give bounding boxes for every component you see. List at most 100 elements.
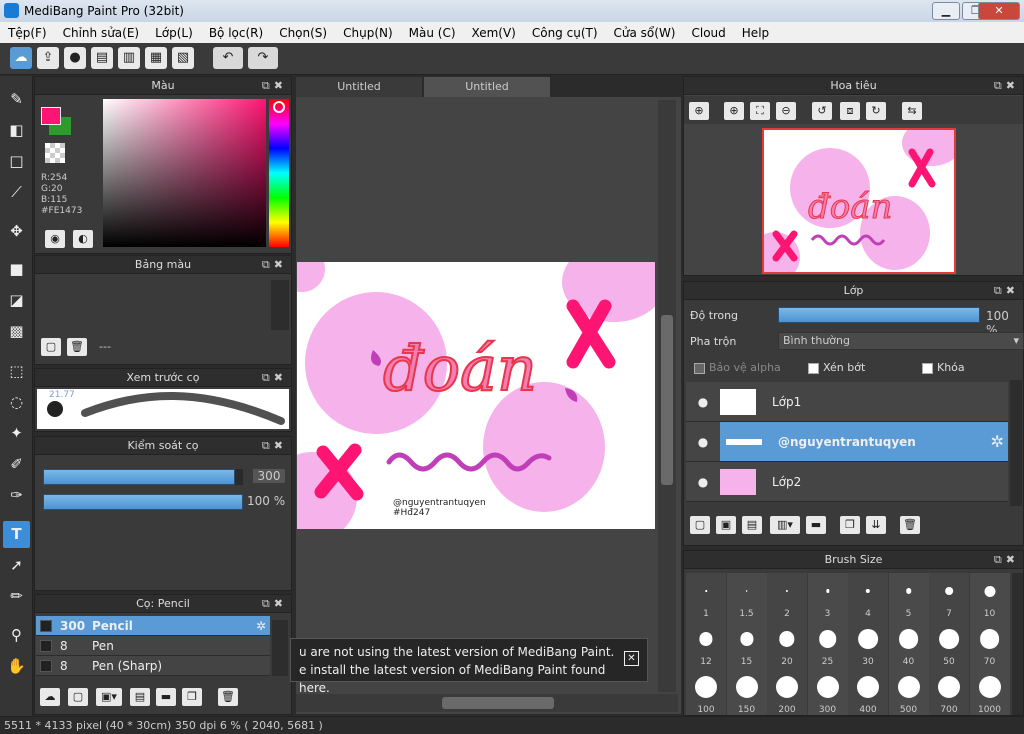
- brush-size-cell[interactable]: 1: [686, 573, 726, 621]
- select-rect-tool-icon[interactable]: ⬚: [3, 358, 30, 385]
- menu-cloud[interactable]: Cloud: [684, 26, 734, 40]
- speech-icon[interactable]: ▤: [91, 47, 113, 69]
- document-icon[interactable]: ▥: [118, 47, 140, 69]
- layer-scrollbar[interactable]: [1010, 380, 1022, 506]
- add-layer-menu-icon[interactable]: ▥▾: [770, 516, 800, 534]
- new-halftone-layer-icon[interactable]: ▣: [716, 516, 736, 534]
- foreground-color-swatch[interactable]: [41, 107, 61, 125]
- add-brush-menu-icon[interactable]: ▣▾: [96, 688, 122, 706]
- brush-list-scrollbar[interactable]: [272, 620, 288, 676]
- fit-screen-icon[interactable]: ⛶: [750, 102, 770, 120]
- undo-icon[interactable]: ↶: [213, 47, 243, 69]
- brush-size-cell[interactable]: 3: [807, 573, 848, 621]
- brush-settings-icon[interactable]: ▤: [130, 688, 150, 706]
- layer-row[interactable]: ● Lớp1: [686, 382, 1008, 422]
- checklist-icon[interactable]: ▧: [172, 47, 194, 69]
- tab-untitled-2[interactable]: Untitled: [424, 77, 550, 97]
- panel-popout-close-icon[interactable]: ⧉✖: [994, 551, 1019, 569]
- brush-size-cell[interactable]: 2: [767, 573, 807, 621]
- layer-opacity-track[interactable]: [778, 307, 980, 323]
- duplicate-layer-icon[interactable]: ❐: [840, 516, 860, 534]
- hue-handle[interactable]: [273, 101, 285, 113]
- rotate-right-icon[interactable]: ↻: [866, 102, 886, 120]
- eyedropper-tool-icon[interactable]: ⚲: [3, 622, 30, 649]
- cloud-brush-icon[interactable]: ☁: [40, 688, 60, 706]
- clip-checkbox[interactable]: Xén bớt: [808, 361, 865, 374]
- gear-icon[interactable]: ✲: [256, 619, 266, 633]
- brush-size-cell[interactable]: 25: [807, 621, 848, 669]
- eye-icon[interactable]: ●: [686, 395, 720, 409]
- brush-size-cell[interactable]: 7: [929, 573, 969, 621]
- text-tool-icon[interactable]: T: [3, 521, 30, 548]
- brush-size-cell[interactable]: 30: [848, 621, 888, 669]
- rectangle-tool-icon[interactable]: □: [3, 148, 30, 175]
- menu-color[interactable]: Màu (C): [401, 26, 464, 40]
- panel-popout-close-icon[interactable]: ⧉✖: [262, 77, 287, 95]
- brush-size-cell[interactable]: 4: [848, 573, 888, 621]
- brush-size-track[interactable]: [43, 469, 243, 485]
- storyboard-icon[interactable]: ▦: [145, 47, 167, 69]
- fill-rect-tool-icon[interactable]: ■: [3, 256, 30, 283]
- new-brush-icon[interactable]: ▢: [68, 688, 88, 706]
- brush-size-cell[interactable]: 150: [726, 669, 767, 715]
- eye-icon[interactable]: ●: [686, 475, 720, 489]
- tab-untitled-1[interactable]: Untitled: [296, 77, 422, 97]
- menu-help[interactable]: Help: [734, 26, 777, 40]
- brush-item[interactable]: 8 Pen: [36, 636, 270, 656]
- panel-popout-close-icon[interactable]: ⧉✖: [262, 437, 287, 455]
- brush-size-cell[interactable]: 70: [969, 621, 1010, 669]
- protect-alpha-checkbox[interactable]: Bảo vệ alpha: [694, 361, 781, 374]
- layer-folder-icon[interactable]: ▬: [806, 516, 826, 534]
- brush-size-cell[interactable]: 20: [767, 621, 807, 669]
- duplicate-brush-icon[interactable]: ❐: [182, 688, 202, 706]
- artwork-canvas[interactable]: đoán @nguyentrantuqyen #Hđ247: [297, 262, 655, 529]
- lock-checkbox[interactable]: Khóa: [922, 361, 965, 374]
- comment-icon[interactable]: ●: [64, 47, 86, 69]
- menu-file[interactable]: Tệp(F): [0, 26, 55, 40]
- line-tool-icon[interactable]: ⟋: [3, 179, 30, 206]
- brush-size-cell[interactable]: 300: [807, 669, 848, 715]
- saturation-value-picker[interactable]: [103, 99, 266, 247]
- eraser-tool-icon[interactable]: ◧: [3, 117, 30, 144]
- horizontal-scroll-thumb[interactable]: [442, 697, 554, 709]
- panel-popout-close-icon[interactable]: ⧉✖: [262, 595, 287, 613]
- brush-size-value[interactable]: 300: [253, 469, 285, 483]
- rotate-left-icon[interactable]: ↺: [812, 102, 832, 120]
- redo-icon[interactable]: ↷: [248, 47, 278, 69]
- color-set-icon[interactable]: ◐: [73, 230, 93, 248]
- brush-size-cell[interactable]: 500: [888, 669, 929, 715]
- brush-size-cell[interactable]: 50: [929, 621, 969, 669]
- brush-size-cell[interactable]: 200: [767, 669, 807, 715]
- menu-select[interactable]: Chọn(S): [271, 26, 335, 40]
- new-layer-icon[interactable]: ▢: [690, 516, 710, 534]
- close-notice-button[interactable]: ✕: [624, 651, 639, 666]
- bucket-tool-icon[interactable]: ◪: [3, 287, 30, 314]
- flip-icon[interactable]: ⇆: [902, 102, 922, 120]
- menu-capture[interactable]: Chụp(N): [335, 26, 401, 40]
- delete-layer-icon[interactable]: 🗑: [900, 516, 920, 534]
- lasso-tool-icon[interactable]: ◌: [3, 389, 30, 416]
- color-wheel-icon[interactable]: ◉: [45, 230, 65, 248]
- vertical-scroll-thumb[interactable]: [661, 315, 673, 485]
- select-pen-tool-icon[interactable]: ✐: [3, 451, 30, 478]
- brush-size-cell[interactable]: 12: [686, 621, 726, 669]
- zoom-out-icon[interactable]: ⊖: [776, 102, 796, 120]
- brush-size-cell[interactable]: 100: [686, 669, 726, 715]
- menu-edit[interactable]: Chỉnh sửa(E): [55, 26, 148, 40]
- brush-size-cell[interactable]: 1.5: [726, 573, 767, 621]
- navigator-thumbnail[interactable]: đoán: [762, 128, 956, 274]
- brush-size-cell[interactable]: 1000: [969, 669, 1010, 715]
- hue-slider[interactable]: [269, 99, 289, 247]
- eye-icon[interactable]: ●: [686, 422, 720, 461]
- close-window-button[interactable]: ✕: [978, 2, 1020, 20]
- brush-folder-icon[interactable]: ▬: [156, 688, 176, 706]
- transparent-swatch[interactable]: [45, 143, 65, 163]
- brush-size-cell[interactable]: 400: [848, 669, 888, 715]
- rotate-reset-icon[interactable]: ⧈: [840, 102, 860, 120]
- menu-layer[interactable]: Lớp(L): [147, 26, 201, 40]
- gradient-tool-icon[interactable]: ▩: [3, 318, 30, 345]
- zoom-fit-icon[interactable]: ⊕: [689, 102, 709, 120]
- menu-tools[interactable]: Công cụ(T): [524, 26, 606, 40]
- palette-scrollbar[interactable]: [271, 280, 289, 330]
- new-8bit-layer-icon[interactable]: ▤: [742, 516, 762, 534]
